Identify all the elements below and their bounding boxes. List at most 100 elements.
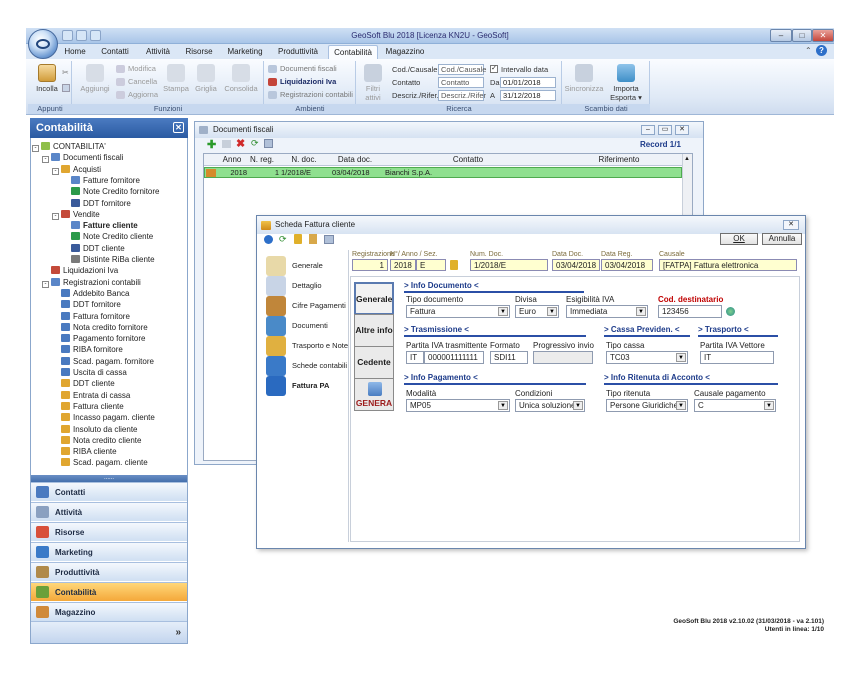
datadoc-field[interactable]: 03/04/2018 [552, 259, 600, 271]
cedente-side-button[interactable]: Cedente [354, 346, 394, 379]
app-menu-orb[interactable] [28, 29, 58, 59]
divisa-select[interactable]: Euro ▼ [515, 305, 559, 318]
annulla-button[interactable]: Annulla [762, 233, 802, 245]
col-anno[interactable]: Anno [218, 154, 246, 166]
add-record-icon[interactable]: ✚ [207, 138, 216, 151]
tipo-ritenuta-select[interactable]: Persone Giuridiche ▼ [606, 399, 688, 412]
undo-icon[interactable] [76, 30, 87, 41]
piva-trasmittente-input[interactable]: 000001111111 [424, 351, 484, 364]
causale-field[interactable]: [FATPA] Fattura elettronica [659, 259, 797, 271]
tab-produttivita[interactable]: Produttività [272, 45, 324, 59]
nav-more-icon[interactable]: » [175, 627, 181, 638]
info-icon[interactable] [264, 235, 273, 244]
ribbon-collapse-icon[interactable]: ⌃ [805, 46, 812, 55]
tree-item[interactable]: Nota credito cliente [32, 435, 141, 446]
tree-item[interactable]: Fatture cliente [32, 220, 138, 231]
tree-item[interactable]: Fattura cliente [32, 401, 124, 412]
ok-button[interactable]: OK [720, 233, 758, 245]
nav-produttivita[interactable]: Produttività [31, 562, 187, 581]
cod-causale-input[interactable]: Cod./Causale [438, 64, 486, 75]
incolla-button[interactable]: Incolla [32, 64, 62, 93]
tree-item[interactable]: Uscita di cassa [32, 367, 127, 378]
save-icon[interactable] [62, 30, 73, 41]
cod-destinatario-input[interactable]: 123456 [658, 305, 722, 318]
tree-item[interactable]: DDT fornitore [32, 198, 131, 209]
delete-record-icon[interactable]: ✖ [236, 137, 245, 150]
tree-expander-icon[interactable]: - [42, 280, 49, 288]
col-nreg[interactable]: N. reg. [246, 154, 278, 166]
maximize-button[interactable]: □ [792, 29, 812, 42]
tree-item[interactable]: Scad. pagam. cliente [32, 457, 148, 468]
refresh-record-icon[interactable]: ⟳ [251, 138, 259, 149]
tree-item[interactable]: - CONTABILITA' [32, 141, 106, 152]
piva-vettore-input[interactable]: IT [700, 351, 774, 364]
numdoc-field[interactable]: 1/2018/E [470, 259, 548, 271]
col-riferimento[interactable]: Riferimento [556, 154, 682, 166]
esigibilita-select[interactable]: Immediata ▼ [566, 305, 648, 318]
edit-record-icon[interactable] [222, 140, 231, 148]
sezione-lock-icon[interactable] [450, 260, 458, 270]
tree-item[interactable]: Scad. pagam. fornitore [32, 356, 154, 367]
tree-item[interactable]: Note Credito cliente [32, 231, 153, 242]
help-icon[interactable]: ? [816, 45, 827, 56]
print-record-icon[interactable] [264, 139, 273, 148]
tree-item[interactable]: Entrata di cassa [32, 390, 130, 401]
datareg-field[interactable]: 03/04/2018 [601, 259, 653, 271]
doc-restore-button[interactable]: ▭ [658, 125, 672, 135]
tree-item[interactable]: RIBA fornitore [32, 344, 123, 355]
tree-item[interactable]: Addebito Banca [32, 288, 130, 299]
tree-item[interactable]: Fattura fornitore [32, 311, 130, 322]
registrazione-field[interactable]: 1 [352, 259, 388, 271]
aggiungi-button[interactable]: Aggiungi [78, 64, 112, 93]
tab-home[interactable]: Home [60, 45, 90, 59]
tree-expander-icon[interactable]: - [32, 145, 39, 152]
liquidazioni-iva-button[interactable]: Liquidazioni Iva [268, 76, 336, 87]
tree-item[interactable]: Fatture fornitore [32, 175, 140, 186]
tree-item[interactable]: - Registrazioni contabili [32, 277, 141, 288]
genera-side-button[interactable]: GENERA [354, 378, 394, 411]
modifica-button[interactable]: Modifica [116, 63, 156, 74]
tree-item[interactable]: Insoluto da cliente [32, 424, 138, 435]
nav-contabilita[interactable]: Contabilità [31, 582, 187, 601]
tree-item[interactable]: Pagamento fornitore [32, 333, 146, 344]
progressivo-input[interactable] [533, 351, 593, 364]
tab-magazzino[interactable]: Magazzino [382, 45, 428, 59]
minimize-button[interactable]: – [770, 29, 792, 42]
scroll-up-icon[interactable]: ▲ [684, 156, 690, 162]
causale-pagamento-select[interactable]: C ▼ [694, 399, 776, 412]
consolida-button[interactable]: Consolida [222, 64, 260, 93]
globe-icon[interactable] [726, 307, 735, 316]
tree-item[interactable]: DDT cliente [32, 243, 125, 254]
tab-contatti[interactable]: Contatti [97, 45, 133, 59]
tab-marketing[interactable]: Marketing [222, 45, 268, 59]
tree-expander-icon[interactable]: - [42, 156, 49, 164]
panel-close-icon[interactable]: ✕ [173, 122, 184, 133]
aggiorna-button[interactable]: Aggiorna [116, 89, 158, 100]
tree-item[interactable]: DDT fornitore [32, 299, 121, 310]
col-datadoc[interactable]: Data doc. [330, 154, 380, 166]
stampa-button[interactable]: Stampa [162, 64, 190, 93]
condizioni-select[interactable]: Unica soluzione ▼ [515, 399, 585, 412]
tree-item[interactable]: - Documenti fiscali [32, 152, 123, 164]
cancella-button[interactable]: Cancella [116, 76, 157, 87]
tipo-cassa-select[interactable]: TC03 ▼ [606, 351, 688, 364]
anno-field[interactable]: 2018 [390, 259, 416, 271]
tipo-documento-select[interactable]: Fattura ▼ [406, 305, 510, 318]
descriz-input[interactable]: Descriz./Rifer [438, 90, 486, 101]
da-date-input[interactable]: 01/01/2018 [500, 77, 556, 88]
nav-marketing[interactable]: Marketing [31, 542, 187, 561]
tree-item[interactable]: Note Credito fornitore [32, 186, 159, 197]
sezione-field[interactable]: E [416, 259, 446, 271]
altre-info-side-button[interactable]: Altre info [354, 314, 394, 347]
formato-input[interactable]: SDI11 [490, 351, 528, 364]
tab-risorse[interactable]: Risorse [181, 45, 217, 59]
dialog-print-icon[interactable] [324, 235, 334, 244]
table-row[interactable]: 2018 1 1/2018/E 03/04/2018 Bianchi S.p.A… [204, 167, 682, 178]
generale-side-button[interactable]: Generale [354, 282, 394, 315]
a-date-input[interactable]: 31/12/2018 [500, 90, 556, 101]
nav-contatti[interactable]: Contatti [31, 482, 187, 501]
griglia-button[interactable]: Griglia [192, 64, 220, 93]
contatto-input[interactable]: Contatto [438, 77, 484, 88]
nav-risorse[interactable]: Risorse [31, 522, 187, 541]
doc-minimize-button[interactable]: – [641, 125, 655, 135]
